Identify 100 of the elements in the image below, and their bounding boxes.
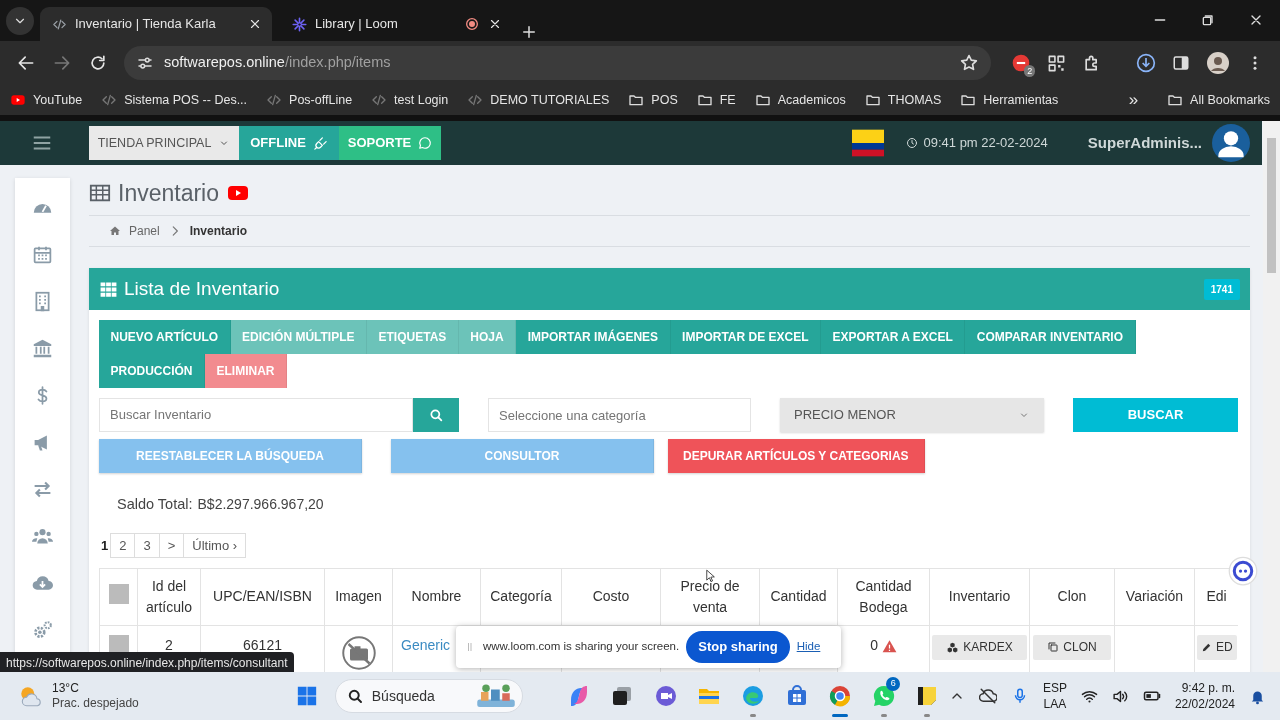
- search-field[interactable]: Buscar Inventario: [99, 398, 413, 432]
- category-field[interactable]: Seleccione una categoría: [488, 398, 751, 432]
- folder-icon: [864, 92, 881, 108]
- page-link[interactable]: >: [158, 532, 185, 558]
- extension-icon[interactable]: [1011, 53, 1032, 73]
- bookmark[interactable]: THOMAS: [864, 90, 942, 110]
- clock[interactable]: 9:42 p. m. 22/02/2024: [1174, 680, 1235, 712]
- calendar-icon[interactable]: [32, 244, 53, 265]
- bookmark[interactable]: Herramientas: [960, 90, 1059, 110]
- profile-avatar-icon[interactable]: [1206, 51, 1230, 75]
- more-bookmarks[interactable]: »: [1128, 87, 1139, 113]
- bookmark[interactable]: Academicos: [754, 90, 846, 110]
- bookmark[interactable]: Pos-offLine: [266, 90, 353, 110]
- close-icon[interactable]: [488, 17, 502, 31]
- bookmark[interactable]: test Login: [371, 90, 449, 110]
- code-icon: [371, 92, 388, 108]
- stop-sharing-button[interactable]: Stop sharing: [686, 631, 790, 663]
- scrollbar-thumb[interactable]: [1267, 138, 1276, 273]
- date-time: 09:41 pm 22-02-2024: [923, 134, 1048, 153]
- column-header[interactable]: Inventario: [929, 568, 1030, 626]
- download-icon[interactable]: [1136, 53, 1156, 73]
- hide-link[interactable]: Hide: [796, 638, 821, 656]
- column-header[interactable]: Clon: [1029, 568, 1115, 626]
- folder-icon: [628, 92, 645, 108]
- pencil-icon: [1201, 641, 1212, 653]
- code-icon: [467, 92, 484, 108]
- share-message: www.loom.com is sharing your screen.: [483, 639, 680, 655]
- weather-text: Prac. despejado: [52, 696, 139, 711]
- restore-icon[interactable]: [1200, 12, 1216, 28]
- ring-icon[interactable]: [828, 684, 853, 708]
- page-link[interactable]: Último ›: [183, 532, 247, 558]
- copy-icon: [1047, 641, 1060, 654]
- folder-icon: [1167, 92, 1184, 108]
- bank-icon[interactable]: [32, 338, 53, 359]
- browser-tab[interactable]: Library | Loom: [280, 7, 512, 41]
- edit-button[interactable]: ED: [1197, 634, 1237, 660]
- bookmark[interactable]: All Bookmarks: [1167, 90, 1270, 110]
- kardex-button[interactable]: KARDEX: [932, 634, 1027, 660]
- search-icon: [428, 407, 444, 423]
- bookmark[interactable]: YouTube: [10, 90, 83, 110]
- column-header[interactable]: Nombre: [392, 568, 481, 626]
- close-icon[interactable]: [248, 17, 262, 31]
- column-header[interactable]: Cantidad Bodega: [837, 568, 930, 626]
- column-header[interactable]: Categoría: [480, 568, 562, 626]
- address-bar[interactable]: softwarepos.online/index.php/items: [124, 46, 992, 80]
- status-url: https://softwarepos.online/index.php/items/consultant: [0, 652, 294, 672]
- forward-icon[interactable]: [52, 53, 72, 73]
- users-icon[interactable]: [32, 526, 53, 547]
- column-header[interactable]: UPC/EAN/ISBN: [200, 568, 325, 626]
- flag-icon: [851, 127, 884, 159]
- code-icon: [101, 92, 118, 108]
- site-settings-icon[interactable]: [136, 54, 154, 72]
- column-header[interactable]: Cantidad: [759, 568, 838, 626]
- bookmark[interactable]: POS: [628, 90, 678, 110]
- url-text: softwarepos.online/index.php/items: [164, 53, 392, 73]
- reload-icon[interactable]: [88, 53, 108, 73]
- cubes-icon: [946, 640, 960, 654]
- bookmark-star-icon[interactable]: [959, 53, 980, 73]
- checkbox[interactable]: [108, 583, 129, 604]
- keyboard-language[interactable]: ESP LAA: [1042, 680, 1067, 712]
- breadcrumb-current: Inventario: [189, 223, 248, 240]
- bookmark[interactable]: FE: [696, 90, 736, 110]
- grid-icon: [99, 279, 118, 299]
- checkbox[interactable]: [108, 634, 129, 655]
- bookmark[interactable]: Sistema POS -- Des...: [101, 90, 248, 110]
- balance-label: Saldo Total:: [117, 495, 193, 514]
- back-icon[interactable]: [16, 53, 36, 73]
- qr-code-icon[interactable]: [1047, 53, 1067, 73]
- page-link[interactable]: 3: [134, 532, 160, 558]
- phone-icon[interactable]: [871, 684, 896, 708]
- bookmark[interactable]: DEMO TUTORIALES: [467, 90, 610, 110]
- user-avatar-icon[interactable]: [1212, 124, 1250, 162]
- breadcrumb-link[interactable]: Panel: [129, 222, 160, 240]
- no-photo-icon: [340, 634, 377, 671]
- column-header[interactable]: Variación: [1114, 568, 1195, 626]
- column-header[interactable]: Imagen: [324, 568, 393, 626]
- new-tab-icon[interactable]: [520, 23, 538, 41]
- taskbar-search[interactable]: Búsqueda: [334, 679, 523, 713]
- clone-button[interactable]: CLON: [1033, 634, 1111, 660]
- extension-count: 2: [1024, 65, 1036, 77]
- store-dropdown[interactable]: TIENDA PRINCIPAL: [89, 126, 239, 160]
- gears-icon[interactable]: [32, 620, 53, 641]
- user-name[interactable]: SuperAdminis...: [1087, 131, 1202, 155]
- table-icon: [89, 182, 111, 204]
- sort-dropdown[interactable]: PRECIO MENOR: [780, 398, 1044, 432]
- temperature: 13°C: [52, 681, 80, 696]
- column-header[interactable]: Costo: [561, 568, 661, 626]
- side-panel-icon[interactable]: [1172, 54, 1190, 72]
- page-title: Inventario: [118, 179, 219, 208]
- chatbot-icon[interactable]: [1228, 556, 1258, 586]
- folder-icon: [960, 92, 977, 108]
- cloud-off-icon[interactable]: [978, 687, 997, 705]
- browser-tab[interactable]: Inventario | Tienda Karla: [40, 7, 272, 41]
- column-header[interactable]: Id del artículo: [137, 568, 201, 626]
- exchange-icon[interactable]: [32, 479, 53, 500]
- start-icon[interactable]: [296, 685, 318, 707]
- clock-icon: [905, 137, 918, 149]
- folder-icon: [696, 92, 713, 108]
- page-link[interactable]: 2: [110, 532, 136, 558]
- video-icon[interactable]: [653, 684, 678, 708]
